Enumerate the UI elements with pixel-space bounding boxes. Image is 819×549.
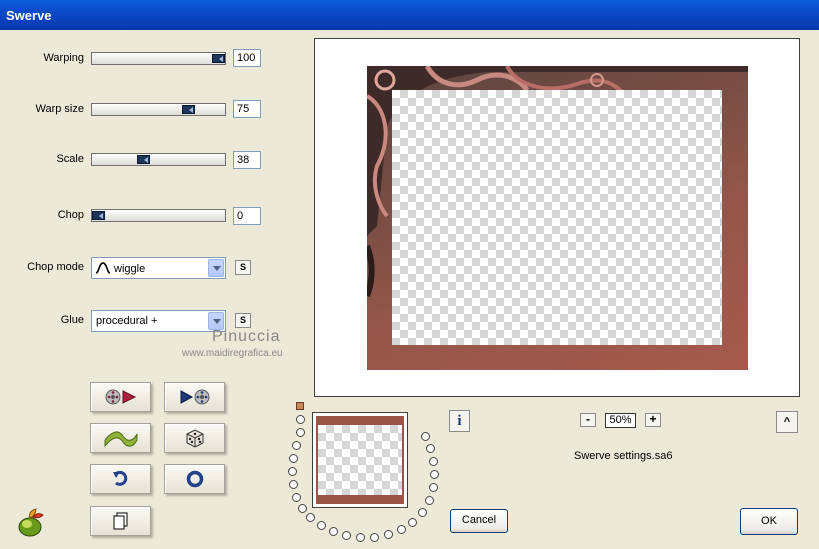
zoom-in-button[interactable]: + [645, 413, 661, 427]
preset-dot[interactable] [298, 504, 307, 513]
undo-arrow-icon [112, 470, 127, 486]
preview-image [367, 66, 748, 370]
settings-filename: Swerve settings.sa6 [574, 450, 673, 462]
title-bar: Swerve [0, 0, 819, 30]
thumbnail-image [316, 416, 404, 504]
warp-size-slider-thumb[interactable] [182, 105, 195, 114]
scale-slider[interactable] [91, 153, 226, 166]
transparent-area [392, 90, 722, 345]
glue-label: Glue [60, 314, 84, 326]
preset-dot[interactable] [397, 525, 406, 534]
preset-dot[interactable] [429, 483, 438, 492]
wiggle-curve-icon [95, 262, 111, 274]
preset-dot[interactable] [288, 467, 297, 476]
chop-mode-s-button[interactable]: S [235, 260, 251, 275]
play-back-button[interactable] [164, 382, 225, 412]
preset-dot[interactable] [430, 470, 439, 479]
chop-mode-select[interactable]: wiggle [91, 257, 226, 279]
film-reel-play-icon [105, 389, 136, 405]
randomize-wave-button[interactable] [90, 423, 151, 453]
chop-slider[interactable] [91, 209, 226, 222]
preview-pane[interactable] [314, 38, 800, 397]
thumbnail-transparent-area [318, 425, 402, 495]
green-wave-icon [104, 431, 137, 448]
chop-input[interactable]: 0 [233, 207, 261, 225]
preset-dot[interactable] [317, 521, 326, 530]
glue-value: procedural + [96, 315, 158, 327]
zoom-level: 50% [605, 413, 636, 428]
preset-dot[interactable] [306, 513, 315, 522]
preset-dot[interactable] [296, 415, 305, 424]
chevron-down-icon[interactable] [208, 259, 224, 277]
watermark-name: Pinuccia [212, 328, 281, 345]
warping-input[interactable]: 100 [233, 49, 261, 67]
cancel-button[interactable]: Cancel [450, 509, 508, 533]
preset-dot[interactable] [289, 480, 298, 489]
warp-size-input[interactable]: 75 [233, 100, 261, 118]
preset-dot[interactable] [292, 441, 301, 450]
preset-dot[interactable] [429, 457, 438, 466]
reset-button[interactable] [164, 464, 225, 494]
preset-dot[interactable] [289, 454, 298, 463]
chop-slider-thumb[interactable] [92, 211, 105, 220]
collapse-button[interactable]: ^ [776, 411, 798, 433]
play-forward-button[interactable] [90, 382, 151, 412]
preset-dot[interactable] [408, 518, 417, 527]
ok-button[interactable]: OK [740, 508, 798, 535]
preset-dot[interactable] [384, 530, 393, 539]
random-dice-button[interactable] [164, 423, 225, 453]
warping-slider[interactable] [91, 52, 226, 65]
chop-mode-value: wiggle [114, 263, 146, 275]
copy-page-icon [113, 512, 127, 530]
glue-s-button[interactable]: S [235, 313, 251, 328]
warp-size-slider[interactable] [91, 103, 226, 116]
glue-select[interactable]: procedural + [91, 310, 226, 332]
scale-slider-thumb[interactable] [137, 155, 150, 164]
navigator-start-marker[interactable] [296, 402, 304, 410]
scale-label: Scale [56, 153, 84, 165]
window-title: Swerve [6, 8, 52, 23]
scale-input[interactable]: 38 [233, 151, 261, 169]
preset-dot[interactable] [418, 508, 427, 517]
navigator-thumbnail[interactable] [312, 412, 408, 508]
preset-dot[interactable] [292, 493, 301, 502]
preset-dot[interactable] [426, 444, 435, 453]
fruit-logo-icon [18, 508, 44, 537]
zoom-out-button[interactable]: - [580, 413, 596, 427]
undo-button[interactable] [90, 464, 151, 494]
warping-label: Warping [43, 52, 84, 64]
preset-dot[interactable] [296, 428, 305, 437]
warping-slider-thumb[interactable] [212, 54, 225, 63]
chop-mode-label: Chop mode [27, 261, 84, 273]
blue-ring-icon [186, 470, 203, 488]
preset-dot[interactable] [425, 496, 434, 505]
copy-button[interactable] [90, 506, 151, 536]
play-film-reel-icon [180, 389, 209, 405]
warp-size-label: Warp size [35, 103, 85, 115]
info-icon: i [457, 413, 462, 429]
dialog-body: Warping 100 Warp size 75 Scale 38 Chop 0… [0, 30, 819, 549]
preset-dot[interactable] [370, 533, 379, 542]
watermark-url: www.maidiregrafica.eu [182, 348, 283, 359]
chop-label: Chop [57, 209, 84, 221]
preset-dot[interactable] [356, 533, 365, 542]
dice-icon [186, 429, 203, 448]
info-button[interactable]: i [449, 410, 470, 432]
preset-dot[interactable] [421, 432, 430, 441]
preset-dot[interactable] [329, 527, 338, 536]
preset-dot[interactable] [342, 531, 351, 540]
